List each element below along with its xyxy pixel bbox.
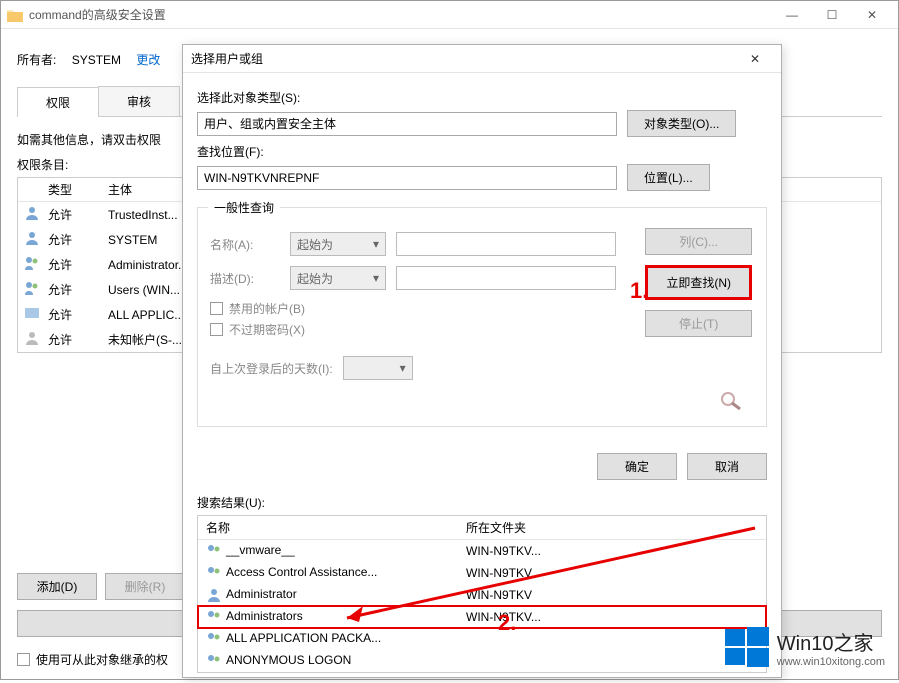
nonexpiring-password-checkbox[interactable] (210, 323, 223, 336)
search-results-grid: 名称 所在文件夹 __vmware__WIN-N9TKV... Access C… (197, 515, 767, 673)
window-title-bar: command的高级安全设置 — ☐ ✕ (1, 1, 898, 29)
list-item[interactable]: ALL APPLICATION PACKA... (198, 628, 766, 650)
locations-button[interactable]: 位置(L)... (627, 164, 710, 191)
watermark-brand: Win10之家 (777, 627, 885, 656)
select-user-dialog: 选择用户或组 ✕ 选择此对象类型(S): 用户、组或内置安全主体 对象类型(O)… (182, 44, 782, 678)
user-icon (24, 205, 40, 221)
ok-button[interactable]: 确定 (597, 453, 677, 480)
disabled-accounts-checkbox[interactable] (210, 302, 223, 315)
change-owner-link[interactable]: 更改 (136, 53, 160, 67)
group-title: 一般性查询 (208, 199, 280, 216)
list-item-selected[interactable]: AdministratorsWIN-N9TKV... (198, 606, 766, 628)
group-icon (206, 609, 222, 625)
search-icon (718, 390, 746, 410)
tab-audit[interactable]: 审核 (98, 86, 180, 116)
user-icon (24, 230, 40, 246)
watermark: Win10之家 www.win10xitong.com (725, 625, 885, 669)
dialog-title: 选择用户或组 (191, 50, 737, 67)
unknown-icon (24, 330, 40, 346)
chevron-down-icon: ▾ (400, 361, 406, 375)
windows-logo-icon (725, 625, 769, 669)
object-types-button[interactable]: 对象类型(O)... (627, 110, 736, 137)
columns-button[interactable]: 列(C)... (645, 228, 752, 255)
location-label: 查找位置(F): (197, 143, 767, 160)
group-icon (206, 565, 222, 581)
remove-button[interactable]: 删除(R) (105, 573, 185, 600)
group-icon (206, 631, 222, 647)
folder-icon (7, 8, 23, 22)
tab-permissions[interactable]: 权限 (17, 87, 99, 117)
chevron-down-icon: ▾ (373, 271, 379, 285)
chevron-down-icon: ▾ (373, 237, 379, 251)
window-title: command的高级安全设置 (29, 6, 772, 23)
results-col-name[interactable]: 名称 (198, 516, 458, 539)
cancel-button[interactable]: 取消 (687, 453, 767, 480)
days-dropdown[interactable]: ▾ (343, 356, 413, 380)
list-item[interactable]: ANONYMOUS LOGON (198, 650, 766, 672)
description-input[interactable] (396, 266, 616, 290)
name-label: 名称(A): (210, 236, 280, 253)
common-queries-group: 一般性查询 名称(A): 起始为▾ 描述(D): 起始为▾ 禁用的帐户(B) 不… (197, 207, 767, 427)
list-item[interactable]: __vmware__WIN-N9TKV... (198, 540, 766, 562)
group-icon (24, 255, 40, 271)
results-col-location[interactable]: 所在文件夹 (458, 516, 766, 539)
package-icon (24, 305, 40, 321)
maximize-button[interactable]: ☐ (812, 1, 852, 29)
user-icon (206, 587, 222, 603)
nonexpiring-password-label: 不过期密码(X) (229, 321, 305, 338)
owner-value: SYSTEM (72, 53, 121, 67)
replace-inheritance-label: 使用可从此对象继承的权 (36, 651, 168, 668)
minimize-button[interactable]: — (772, 1, 812, 29)
col-type-header[interactable]: 类型 (42, 178, 102, 201)
group-icon (24, 280, 40, 296)
find-now-button[interactable]: 立即查找(N) (645, 265, 752, 300)
owner-label: 所有者: (17, 53, 56, 67)
close-button[interactable]: ✕ (852, 1, 892, 29)
add-button[interactable]: 添加(D) (17, 573, 97, 600)
list-item[interactable]: Access Control Assistance...WIN-N9TKV... (198, 562, 766, 584)
name-match-dropdown[interactable]: 起始为▾ (290, 232, 386, 256)
description-label: 描述(D): (210, 270, 280, 287)
object-type-field[interactable]: 用户、组或内置安全主体 (197, 112, 617, 136)
stop-button[interactable]: 停止(T) (645, 310, 752, 337)
replace-inheritance-checkbox[interactable] (17, 653, 30, 666)
dialog-close-button[interactable]: ✕ (737, 47, 773, 71)
group-icon (206, 543, 222, 559)
desc-match-dropdown[interactable]: 起始为▾ (290, 266, 386, 290)
object-type-label: 选择此对象类型(S): (197, 89, 767, 106)
days-since-logon-label: 自上次登录后的天数(I): (210, 360, 333, 377)
watermark-url: www.win10xitong.com (777, 656, 885, 668)
group-icon (206, 653, 222, 669)
disabled-accounts-label: 禁用的帐户(B) (229, 300, 305, 317)
location-field[interactable]: WIN-N9TKVNREPNF (197, 166, 617, 190)
name-input[interactable] (396, 232, 616, 256)
list-item[interactable]: AdministratorWIN-N9TKV (198, 584, 766, 606)
search-results-label: 搜索结果(U): (197, 494, 767, 511)
